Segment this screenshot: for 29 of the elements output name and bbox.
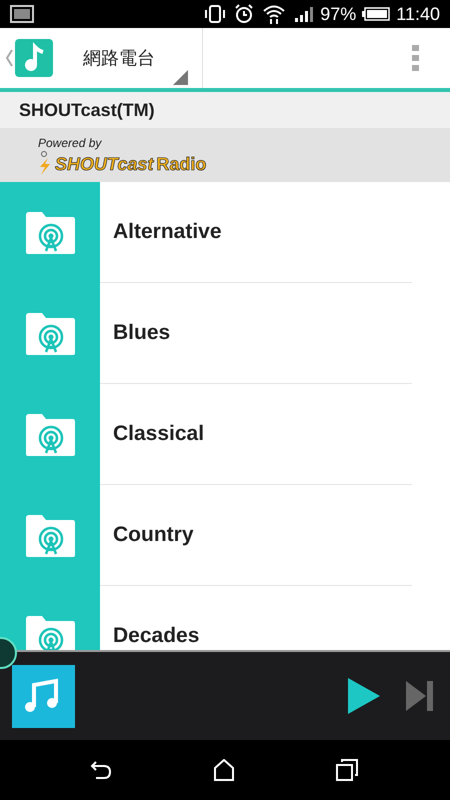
genre-label[interactable]: Country	[113, 519, 194, 551]
genre-label[interactable]: Blues	[113, 317, 170, 349]
radio-folder-icon	[24, 514, 76, 558]
handle-icon[interactable]	[0, 636, 18, 670]
genre-label[interactable]: Classical	[113, 418, 204, 450]
battery-icon	[362, 7, 390, 21]
genre-label[interactable]: Decades	[113, 620, 200, 650]
genre-label[interactable]: Alternative	[113, 216, 222, 248]
lightning-bolt-icon	[38, 150, 52, 174]
logo-wordmark: SHOUTcast	[55, 152, 154, 174]
screen-title[interactable]: 網路電台	[83, 44, 155, 72]
recent-apps-icon[interactable]	[336, 759, 358, 781]
vibrate-icon	[204, 5, 226, 23]
powered-by-text: Powered by	[38, 136, 103, 150]
radio-folder-icon	[24, 312, 76, 356]
battery-percent: 97%	[320, 2, 356, 26]
radio-folder-icon	[24, 412, 76, 456]
dropdown-corner-icon	[173, 70, 188, 85]
logo-wordmark: Radio	[156, 152, 206, 174]
skip-next-icon[interactable]	[406, 680, 434, 712]
back-icon[interactable]	[90, 760, 112, 780]
section-title: SHOUTcast(TM)	[19, 98, 155, 122]
radio-folder-icon	[24, 210, 76, 254]
home-icon[interactable]	[214, 759, 234, 781]
image-icon	[10, 5, 34, 23]
wifi-icon	[262, 4, 286, 24]
clock-time: 11:40	[396, 2, 440, 26]
alarm-icon	[234, 4, 254, 24]
play-icon[interactable]	[347, 677, 381, 715]
